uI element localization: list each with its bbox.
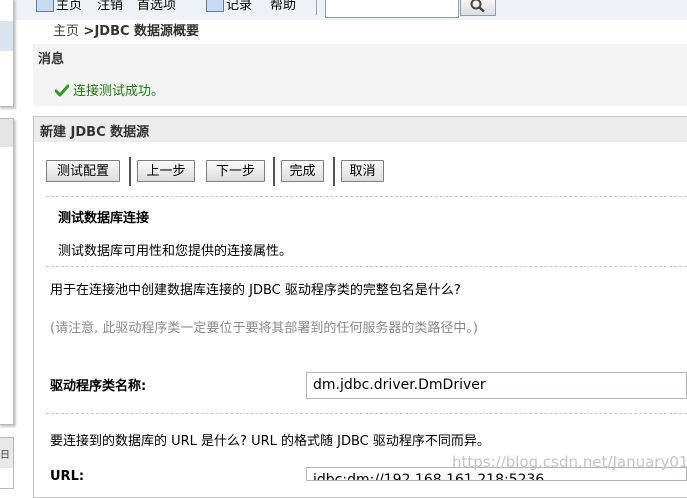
breadcrumb: 主页 >JDBC 数据源概要 <box>53 22 199 42</box>
section-title: 测试数据库连接 <box>58 211 150 226</box>
button-divider <box>333 157 335 186</box>
sidebar-panel-top <box>0 0 14 107</box>
test-config-button[interactable]: 测试配置 <box>46 160 120 182</box>
sidebar-panel-middle <box>0 118 14 425</box>
driver-class-label: 驱动程序类名称: <box>50 379 147 394</box>
breadcrumb-current: JDBC 数据源概要 <box>94 24 200 39</box>
panel-title: 新建 JDBC 数据源 <box>40 125 150 140</box>
cancel-button[interactable]: 取消 <box>341 160 384 182</box>
home-icon[interactable] <box>36 0 54 12</box>
divider-line <box>46 266 687 267</box>
divider-line <box>46 413 687 414</box>
checkmark-icon <box>54 84 70 97</box>
driver-class-input[interactable]: dm.jdbc.driver.DmDriver <box>306 372 687 399</box>
breadcrumb-home-link[interactable]: 主页 <box>53 24 79 39</box>
search-button[interactable] <box>460 0 496 16</box>
search-icon <box>470 0 485 12</box>
button-divider <box>129 157 131 186</box>
next-button[interactable]: 下一步 <box>206 160 265 182</box>
button-divider <box>273 157 275 186</box>
success-message-text: 连接测试成功。 <box>73 84 165 99</box>
back-button[interactable]: 上一步 <box>137 160 195 182</box>
url-question: 要连接到的数据库的 URL 是什么? URL 的格式随 JDBC 驱动程序不同而… <box>50 434 490 449</box>
section-description: 测试数据库可用性和您提供的连接属性。 <box>58 244 293 259</box>
nav-preferences-link[interactable]: 首选项 <box>137 0 176 13</box>
finish-button[interactable]: 完成 <box>281 160 324 182</box>
success-message: 连接测试成功。 <box>54 80 165 99</box>
nav-help-link[interactable]: 帮助 <box>270 0 296 13</box>
url-label: URL: <box>50 469 85 484</box>
nav-divider <box>316 0 317 15</box>
driver-note: (请注意, 此驱动程序类一定要位于要将其部署到的任何服务器的类路径中。) <box>50 321 478 336</box>
driver-question: 用于在连接池中创建数据库连接的 JDBC 驱动程序类的完整包名是什么? <box>50 283 461 298</box>
divider-line <box>46 196 687 197</box>
breadcrumb-separator: > <box>79 24 95 39</box>
search-input[interactable] <box>325 0 459 18</box>
watermark: https://blog.csdn.net/January01 <box>452 453 687 471</box>
sidebar-panel-bottom: 日 <box>0 437 14 489</box>
message-title: 消息 <box>38 52 65 67</box>
record-icon[interactable] <box>206 0 224 12</box>
nav-record-link[interactable]: 记录 <box>226 0 252 13</box>
nav-logout-link[interactable]: 注销 <box>97 0 123 13</box>
sidebar-glyph: 日 <box>0 450 10 461</box>
nav-home-link[interactable]: 主页 <box>56 0 82 13</box>
